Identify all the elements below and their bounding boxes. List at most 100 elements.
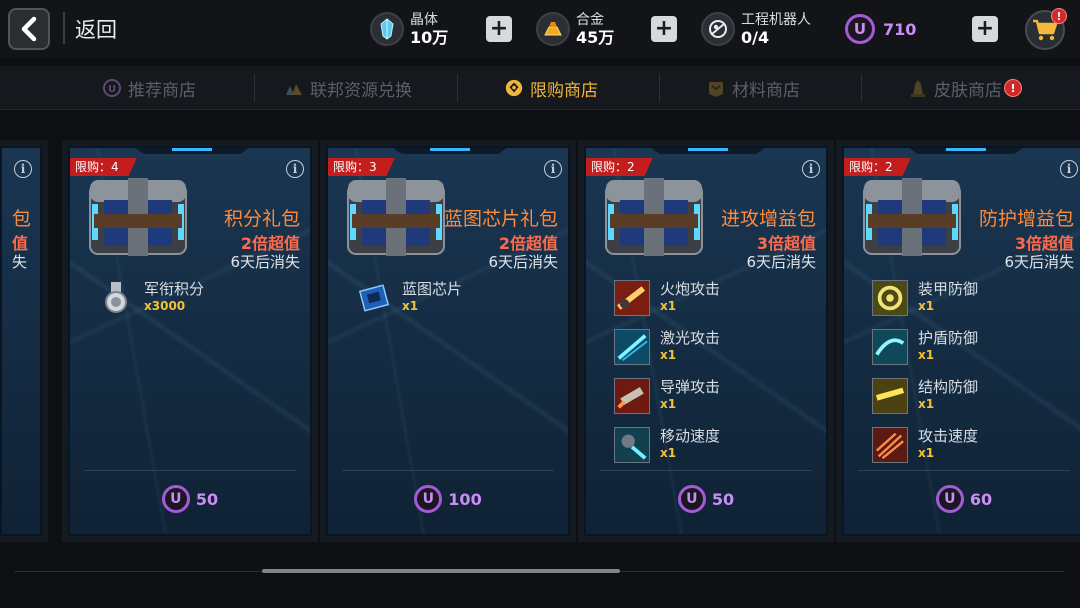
cart-button[interactable]: ! <box>1025 8 1067 50</box>
u-coin-icon: U <box>161 485 190 513</box>
limited-shop-icon <box>504 78 524 98</box>
resource-name: 合金 <box>576 12 604 28</box>
tab-label: 限购商店 <box>530 80 598 101</box>
info-icon[interactable]: i <box>1060 160 1078 178</box>
u-coin-icon: U <box>935 485 964 513</box>
price-value: 100 <box>448 489 482 509</box>
back-button[interactable] <box>8 8 50 50</box>
card-glow <box>946 148 986 151</box>
tab-federation-exchange[interactable]: 联邦资源兑换 <box>284 66 412 110</box>
pack-card[interactable]: 限购：4 i 积分礼包 2倍超值 6天后消失 军衔积分 x3000 U 50 <box>68 146 312 536</box>
tab-divider <box>254 74 255 102</box>
item-name: 装甲防御 <box>918 280 979 298</box>
resource-robot: 工程机器人 0/4 <box>701 8 811 50</box>
armor-defense-icon <box>872 280 908 316</box>
item-qty: x1 <box>918 348 935 362</box>
item-qty: x1 <box>660 348 677 362</box>
pack-expire: 6天后消失 <box>488 253 558 271</box>
item-name: 移动速度 <box>660 427 721 445</box>
divider <box>342 470 554 471</box>
tab-label: 推荐商店 <box>128 80 196 101</box>
info-icon[interactable]: i <box>286 160 304 178</box>
pack-card-partial[interactable]: i 包 值 失 <box>0 146 42 536</box>
tab-recommended[interactable]: U 推荐商店 <box>102 66 196 110</box>
item-qty: x3000 <box>144 299 186 313</box>
laser-attack-icon <box>614 329 650 365</box>
buy-button[interactable]: U 60 <box>844 484 1080 514</box>
list-item: 军衔积分 x3000 <box>98 278 298 318</box>
supply-crate-icon <box>605 178 703 256</box>
top-bar: 返回 晶体 10万 + 合金 45万 + 工程机器人 0/4 U 710 + ! <box>0 0 1080 58</box>
tab-label: 联邦资源兑换 <box>310 80 412 101</box>
list-item: 结构防御 x1 <box>872 376 1072 416</box>
card-glow <box>172 148 212 151</box>
price-value: 50 <box>711 489 735 509</box>
pack-card[interactable]: 限购：2 i 进攻增益包 3倍超值 6天后消失 火炮攻击 x1 激光攻击 x1 … <box>584 146 828 536</box>
pack-name: 进攻增益包 <box>720 208 816 230</box>
cannon-attack-icon <box>614 280 650 316</box>
cart-badge: ! <box>1051 8 1067 24</box>
tab-limited-shop[interactable]: 限购商店 <box>504 66 598 110</box>
add-currency-button[interactable]: + <box>972 16 998 42</box>
supply-crate-icon <box>863 178 961 256</box>
add-crystal-button[interactable]: + <box>486 16 512 42</box>
item-name: 结构防御 <box>918 378 979 396</box>
list-item: 火炮攻击 x1 <box>614 278 814 318</box>
item-name: 军衔积分 <box>144 280 205 298</box>
shield-defense-icon <box>872 329 908 365</box>
info-icon[interactable]: i <box>802 160 820 178</box>
buy-button[interactable]: U 50 <box>70 484 310 514</box>
tab-divider <box>659 74 660 102</box>
info-icon[interactable]: i <box>14 160 32 178</box>
resource-value: 10万 <box>410 28 449 47</box>
pack-name: 包 <box>12 208 32 230</box>
list-item: 蓝图芯片 x1 <box>356 278 556 318</box>
pack-name: 蓝图芯片礼包 <box>443 208 558 230</box>
scrollbar-thumb[interactable] <box>262 569 620 573</box>
tab-materials[interactable]: 材料商店 <box>706 66 800 110</box>
resource-value: 0/4 <box>741 28 770 47</box>
buy-button[interactable]: U 50 <box>586 484 826 514</box>
attack-speed-icon <box>872 427 908 463</box>
item-name: 攻击速度 <box>918 427 979 445</box>
chevron-left-icon <box>21 16 37 42</box>
u-coin-icon: U <box>102 78 122 98</box>
info-icon[interactable]: i <box>544 160 562 178</box>
currency-display: U 710 <box>845 8 916 50</box>
list-item: 导弹攻击 x1 <box>614 376 814 416</box>
move-speed-icon <box>614 427 650 463</box>
resource-value: 45万 <box>576 28 615 47</box>
blueprint-chip-icon <box>358 284 390 312</box>
price-value: 50 <box>195 489 219 509</box>
back-label[interactable]: 返回 <box>75 14 117 44</box>
item-name: 火炮攻击 <box>660 280 721 298</box>
limit-tag: 限购：2 <box>844 158 911 176</box>
add-alloy-button[interactable]: + <box>651 16 677 42</box>
item-qty: x1 <box>660 446 677 460</box>
item-name: 导弹攻击 <box>660 378 721 396</box>
buy-button[interactable]: U 100 <box>328 484 568 514</box>
u-coin-icon: U <box>845 14 875 44</box>
missile-attack-icon <box>614 378 650 414</box>
currency-value: 710 <box>883 19 917 39</box>
resource-crystal: 晶体 10万 <box>370 8 448 50</box>
divider <box>600 470 812 471</box>
tab-skins[interactable]: 皮肤商店 ! <box>908 66 1022 110</box>
alloy-icon <box>536 12 570 46</box>
item-name: 激光攻击 <box>660 329 721 347</box>
list-item: 装甲防御 x1 <box>872 278 1072 318</box>
tab-label: 皮肤商店 <box>934 80 1002 101</box>
pack-expire: 6天后消失 <box>746 253 816 271</box>
pack-card[interactable]: 限购：3 i 蓝图芯片礼包 2倍超值 6天后消失 蓝图芯片 x1 U 100 <box>326 146 570 536</box>
limit-tag: 限购：2 <box>586 158 653 176</box>
structure-defense-icon <box>872 378 908 414</box>
pack-card[interactable]: 限购：2 i 防护增益包 3倍超值 6天后消失 装甲防御 x1 护盾防御 x1 … <box>842 146 1080 536</box>
limit-tag: 限购：3 <box>328 158 395 176</box>
pack-expire: 6天后消失 <box>230 253 300 271</box>
u-coin-icon: U <box>677 485 706 513</box>
robot-icon <box>701 12 735 46</box>
item-qty: x1 <box>918 446 935 460</box>
resources-icon <box>284 78 304 98</box>
item-name: 护盾防御 <box>918 329 979 347</box>
pack-name: 防护增益包 <box>978 208 1074 230</box>
